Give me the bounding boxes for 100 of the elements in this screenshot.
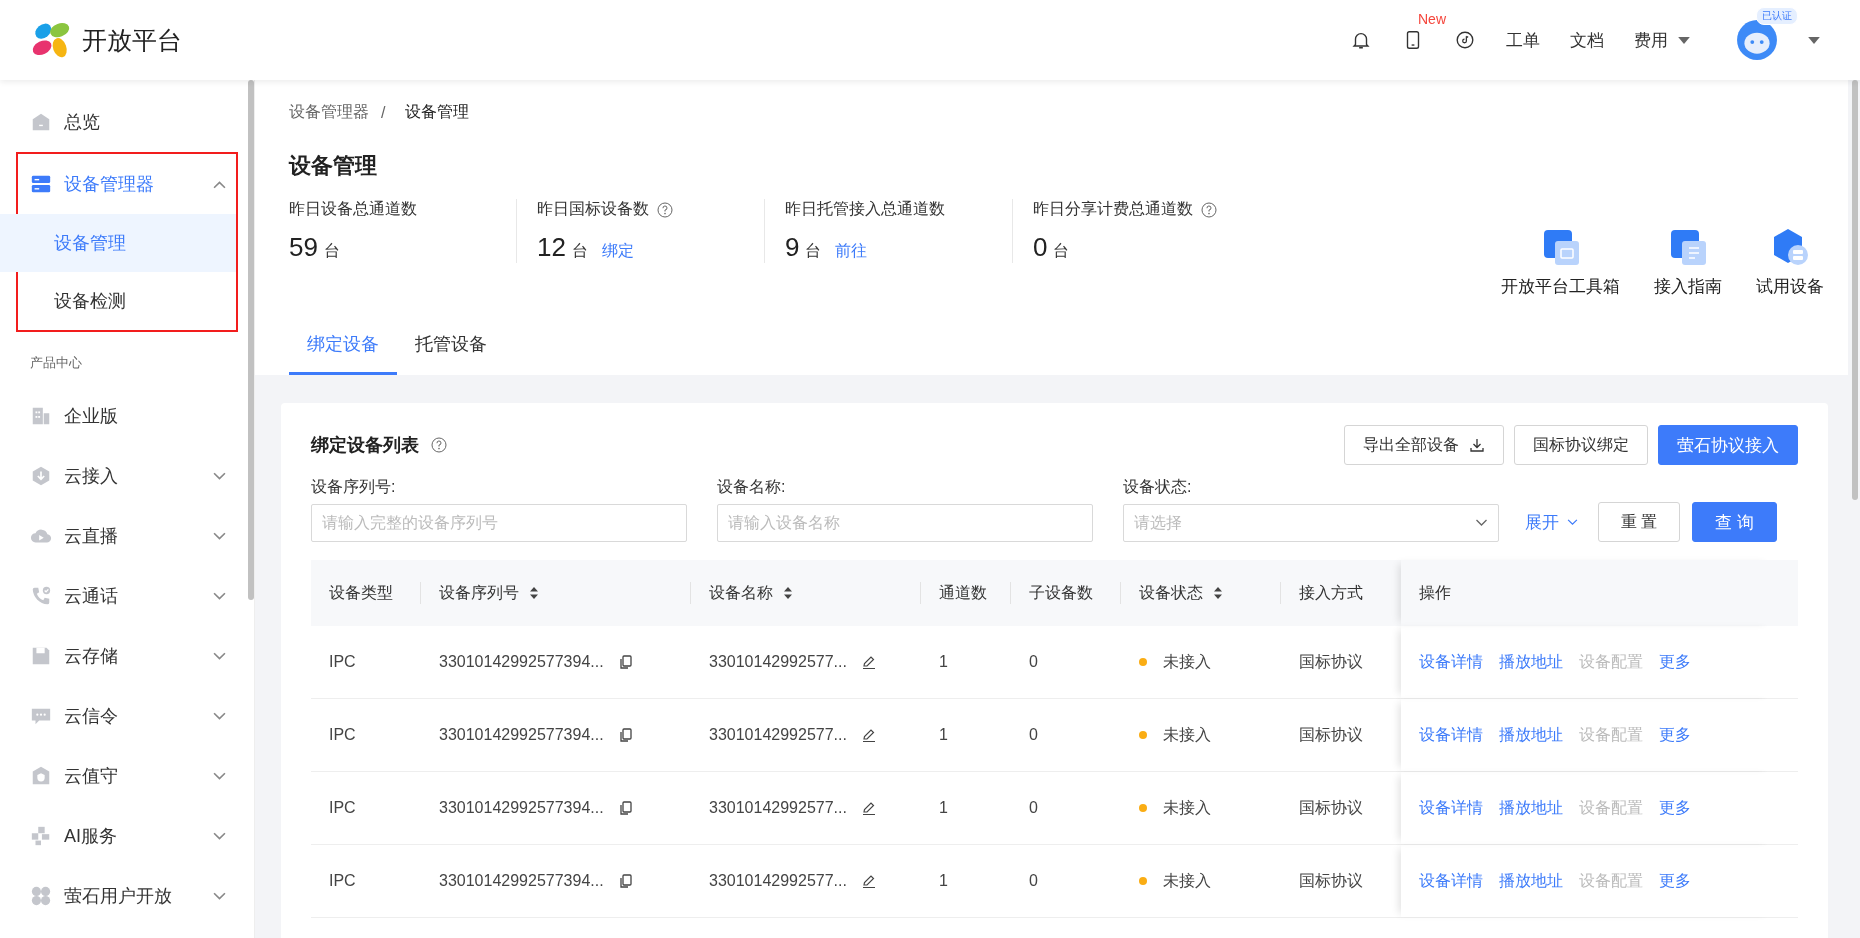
filter-label: 设备名称: <box>717 477 787 497</box>
action-link[interactable]: 设备详情 <box>1419 724 1483 746</box>
action-link[interactable]: 更多 <box>1659 870 1691 892</box>
stat-link[interactable]: 前往 <box>835 241 868 262</box>
toolbar-button[interactable]: 萤石协议接入 <box>1658 425 1798 465</box>
column-header: 接入方式 <box>1299 582 1363 603</box>
stat-unit: 台 <box>805 241 822 261</box>
breadcrumb-link[interactable]: 设备管理 <box>405 102 470 123</box>
edit-icon[interactable] <box>860 654 877 670</box>
action-link[interactable]: 播放地址 <box>1499 651 1563 673</box>
reset-button[interactable]: 重 置 <box>1598 502 1681 542</box>
status-text: 未接入 <box>1163 724 1211 745</box>
help-icon[interactable] <box>431 437 447 453</box>
verified-badge: 已认证 <box>1756 7 1798 25</box>
tab[interactable]: 绑定设备 <box>289 320 397 375</box>
filter-label: 设备序列号: <box>311 477 397 497</box>
status-text: 未接入 <box>1163 797 1211 818</box>
sidebar-subitem[interactable]: 设备检测 <box>0 272 236 330</box>
stat-label: 昨日分享计费总通道数 <box>1033 199 1193 219</box>
help-icon[interactable] <box>1201 201 1217 218</box>
phone-icon <box>30 585 52 607</box>
chevron-down-icon <box>213 651 226 661</box>
sidebar-item[interactable]: 企业版 <box>18 386 236 446</box>
copy-icon[interactable] <box>617 654 634 670</box>
sidebar-item[interactable]: 云接入 <box>18 446 236 506</box>
quick-link[interactable]: 接入指南 <box>1654 227 1722 298</box>
column-header: 设备类型 <box>329 582 393 603</box>
sidebar-item[interactable]: 云存储 <box>18 626 236 686</box>
sidebar-item[interactable]: 云通话 <box>18 566 236 626</box>
quick-link[interactable]: 开放平台工具箱 <box>1501 227 1620 298</box>
action-link[interactable]: 设备详情 <box>1419 870 1483 892</box>
sidebar-item[interactable]: 总览 <box>18 92 236 152</box>
table-cell-text: 国标协议 <box>1299 870 1363 891</box>
sort-icon[interactable] <box>783 586 793 600</box>
action-link[interactable]: 更多 <box>1659 651 1691 673</box>
scrollbar-thumb[interactable] <box>1852 80 1858 500</box>
brand-name: 开放平台 <box>82 24 182 56</box>
table-cell-text: 国标协议 <box>1299 724 1363 745</box>
quick-link[interactable]: 试用设备 <box>1756 227 1824 298</box>
chevron-down-icon <box>213 591 226 601</box>
sidebar-item[interactable]: 云直播 <box>18 506 236 566</box>
copy-icon[interactable] <box>617 727 634 743</box>
clover-icon <box>30 885 52 907</box>
sidebar-item[interactable]: 云值守 <box>18 746 236 806</box>
table-cell: 33010142992577... <box>709 872 847 890</box>
edit-icon[interactable] <box>860 727 877 743</box>
table-cell: 1 <box>939 799 948 817</box>
action-link[interactable]: 播放地址 <box>1499 724 1563 746</box>
action-link[interactable]: 设备详情 <box>1419 797 1483 819</box>
expand-link[interactable]: 展开 <box>1525 510 1578 534</box>
toolbar-button[interactable]: 导出全部设备 <box>1344 425 1504 465</box>
sidebar-section-title: 产品中心 <box>29 354 83 372</box>
caret-icon[interactable] <box>1808 36 1820 44</box>
chevron-up-icon <box>213 179 226 189</box>
copy-icon[interactable] <box>617 800 634 816</box>
column-header[interactable]: 设备序列号 <box>439 582 519 604</box>
sidebar-item[interactable]: 萤石用户开放 <box>18 866 236 926</box>
nav-link[interactable]: 费用 <box>1634 28 1690 52</box>
table-cell: 33010142992577394... <box>439 799 604 817</box>
table-cell: 0 <box>1029 653 1038 671</box>
stat-value: 12 <box>537 232 566 263</box>
edit-icon[interactable] <box>860 873 877 889</box>
avatar[interactable] <box>1736 19 1778 61</box>
action-link[interactable]: 播放地址 <box>1499 870 1563 892</box>
link-circle-icon[interactable] <box>1454 29 1476 51</box>
status-text: 未接入 <box>1163 870 1211 891</box>
input-field[interactable]: 请输入设备名称 <box>717 504 1093 542</box>
column-header[interactable]: 设备状态 <box>1139 582 1203 604</box>
chevron-down-icon <box>213 771 226 781</box>
stat-value: 9 <box>785 232 800 263</box>
breadcrumb-link[interactable]: 设备管理器 <box>289 102 369 123</box>
help-icon[interactable] <box>657 201 673 218</box>
status-text: 未接入 <box>1163 651 1211 672</box>
sort-icon[interactable] <box>529 586 539 600</box>
breadcrumb-separator: / <box>381 103 386 122</box>
column-header: 通道数 <box>939 582 987 603</box>
nav-link[interactable]: 工单 <box>1506 28 1540 52</box>
chevron-down-icon <box>1567 518 1578 526</box>
copy-icon[interactable] <box>617 873 634 889</box>
sort-icon[interactable] <box>1213 586 1223 600</box>
sidebar-item[interactable]: 设备管理器 <box>18 154 236 214</box>
new-label: New <box>1418 11 1446 27</box>
stat-link[interactable]: 绑定 <box>601 241 634 262</box>
sidebar-item[interactable]: AI服务 <box>18 806 236 866</box>
input-field[interactable]: 请输入完整的设备序列号 <box>311 504 687 542</box>
table-cell: IPC <box>329 872 356 890</box>
action-link[interactable]: 播放地址 <box>1499 797 1563 819</box>
action-link[interactable]: 设备详情 <box>1419 651 1483 673</box>
column-header[interactable]: 设备名称 <box>709 582 773 604</box>
edit-icon[interactable] <box>860 800 877 816</box>
nav-link[interactable]: 文档 <box>1570 28 1604 52</box>
action-link[interactable]: 更多 <box>1659 724 1691 746</box>
table-cell: 1 <box>939 726 948 744</box>
sidebar-subitem[interactable]: 设备管理 <box>0 214 236 272</box>
toolbar-button[interactable]: 国标协议绑定 <box>1514 425 1648 465</box>
scrollbar-thumb[interactable] <box>248 80 254 600</box>
search-button[interactable]: 查 询 <box>1692 502 1778 542</box>
sidebar-item[interactable]: 云信令 <box>18 686 236 746</box>
tab[interactable]: 托管设备 <box>397 320 505 375</box>
action-link[interactable]: 更多 <box>1659 797 1691 819</box>
